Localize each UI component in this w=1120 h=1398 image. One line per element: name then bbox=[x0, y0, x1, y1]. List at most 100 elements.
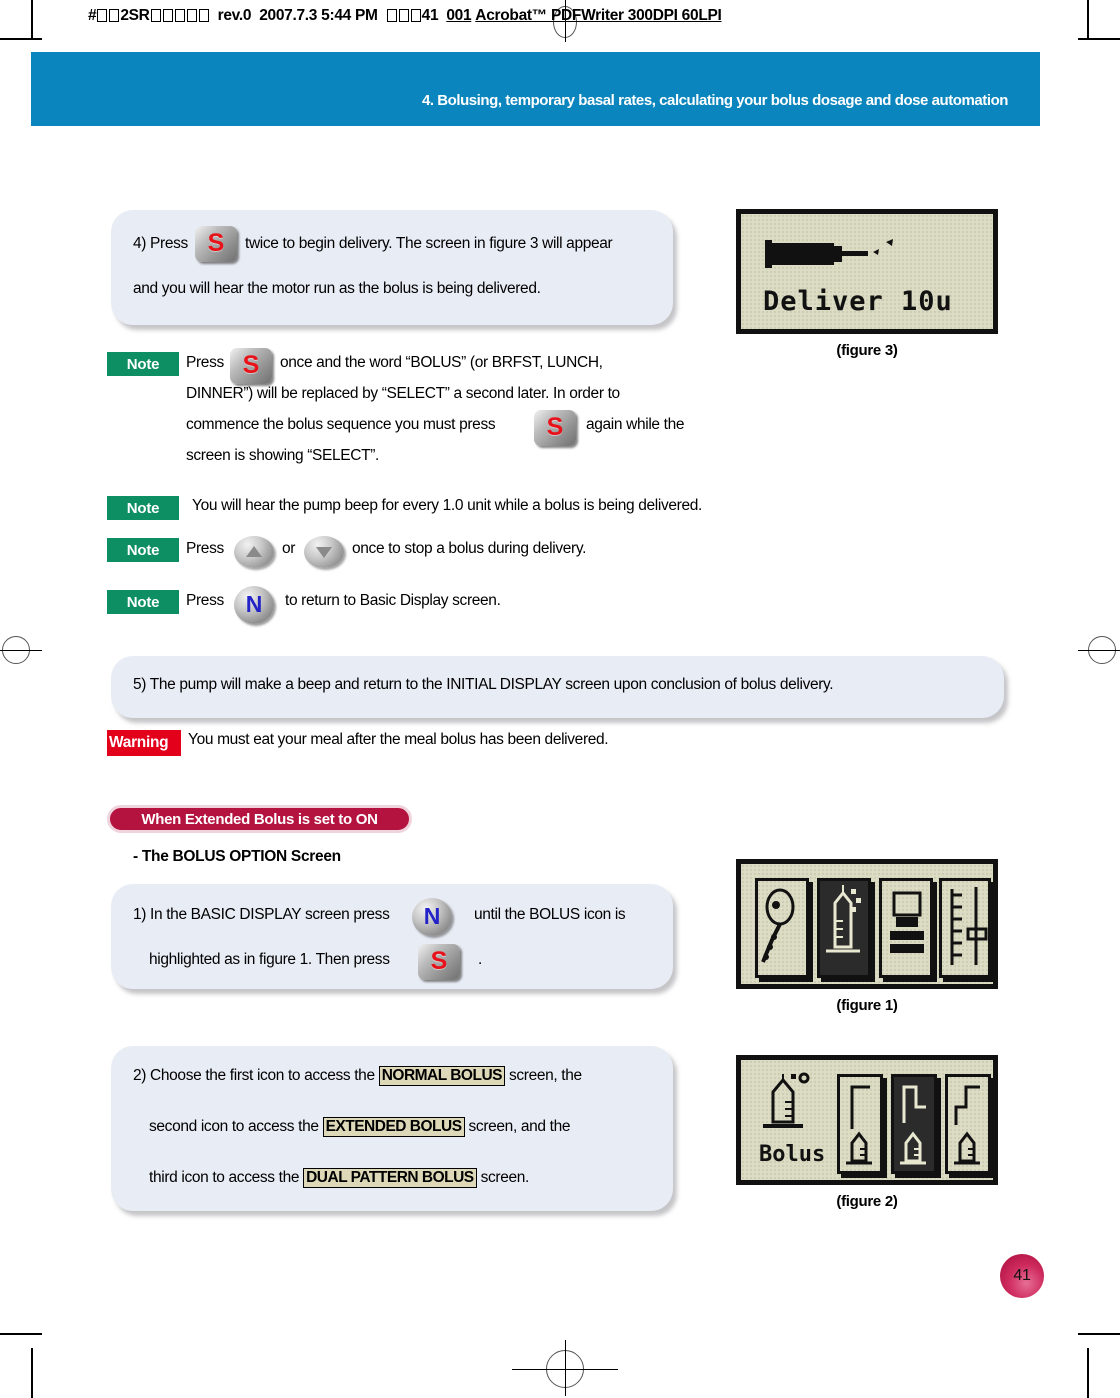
step1-callout: 1) In the BASIC DISPLAY screen press N u… bbox=[111, 884, 673, 989]
missing-glyph-box bbox=[97, 9, 108, 22]
figure1-lcd bbox=[736, 859, 998, 989]
term-extended-bolus: EXTENDED BOLUS bbox=[322, 1117, 465, 1137]
figure2-block: Bolus (figure 2) bbox=[736, 1055, 998, 1227]
note1-line3-part2: again while the bbox=[586, 416, 685, 433]
extended-bolus-icon bbox=[900, 1085, 926, 1165]
step4-callout: 4) Press S twice to begin delivery. The … bbox=[111, 210, 673, 325]
missing-glyph-box bbox=[109, 9, 120, 22]
registration-mark-right bbox=[1078, 630, 1120, 670]
registration-mark-bottom bbox=[512, 1340, 618, 1396]
note-badge-3: Note bbox=[107, 538, 179, 562]
missing-glyph-box bbox=[150, 9, 161, 22]
note1-line4: screen is showing “SELECT”. bbox=[186, 447, 379, 464]
registration-mark-left bbox=[0, 630, 42, 670]
step1-line2-part1: highlighted as in figure 1. Then press bbox=[149, 951, 390, 968]
button-up-arrow[interactable] bbox=[234, 536, 274, 568]
print-info-job: 001 bbox=[446, 7, 472, 24]
button-s[interactable]: S bbox=[195, 226, 237, 262]
trim-mark-top-right-v bbox=[1087, 0, 1089, 40]
section-pill: When Extended Bolus is set to ON bbox=[107, 805, 412, 833]
step1-line1-part2: until the BOLUS icon is bbox=[474, 906, 626, 923]
button-n[interactable]: N bbox=[412, 898, 452, 936]
note1-line3-part1: commence the bolus sequence you must pre… bbox=[186, 416, 496, 433]
missing-glyph-box bbox=[174, 9, 185, 22]
note4-line1-part1: Press bbox=[186, 592, 224, 609]
term-normal-bolus: NORMAL BOLUS bbox=[378, 1066, 505, 1086]
print-info-doc-code: 2SR bbox=[120, 7, 150, 24]
print-info-date: 2007.7.3 bbox=[259, 7, 318, 24]
reservoir-level-icon bbox=[950, 887, 988, 965]
bolus-syringe-icon-box bbox=[817, 878, 871, 978]
step2-line2: second icon to access the EXTENDED BOLUS… bbox=[149, 1117, 570, 1137]
figure3-lcd: Deliver 10u bbox=[736, 209, 998, 334]
trim-mark-top-right-h bbox=[1078, 38, 1120, 40]
bolus-syringe-icon bbox=[763, 1072, 810, 1128]
button-s-label: S bbox=[430, 947, 448, 975]
step2-callout: 2) Choose the first icon to access the N… bbox=[111, 1046, 673, 1211]
trim-mark-top-left-v bbox=[31, 0, 33, 40]
step4-line2: and you will hear the motor run as the b… bbox=[133, 280, 541, 297]
figure2-lcd-text: Bolus bbox=[759, 1142, 826, 1167]
pump-status-icon-box bbox=[879, 878, 933, 978]
chapter-banner: 4. Bolusing, temporary basal rates, calc… bbox=[31, 52, 1040, 126]
trim-mark-bottom-left-h bbox=[0, 1333, 42, 1335]
section-subhead: - The BOLUS OPTION Screen bbox=[133, 848, 341, 865]
missing-glyph-box bbox=[162, 9, 173, 22]
figure2-lcd: Bolus bbox=[736, 1055, 998, 1185]
button-s[interactable]: S bbox=[418, 944, 460, 980]
step1-line1-part1: 1) In the BASIC DISPLAY screen press bbox=[133, 906, 390, 923]
figure1-caption: (figure 1) bbox=[836, 997, 898, 1014]
note3-body: Press or once to stop a bolus during del… bbox=[186, 536, 746, 576]
syringe-delivering-icon bbox=[765, 239, 893, 268]
step1-line2-part2: . bbox=[478, 951, 482, 968]
button-n[interactable]: N bbox=[234, 586, 274, 624]
step5-line1: 5) The pump will make a beep and return … bbox=[133, 676, 834, 693]
button-n-label: N bbox=[245, 591, 263, 617]
print-info-strip: #2SR rev.0 2007.7.3 5:44 PM 41 001 Acrob… bbox=[88, 7, 722, 25]
term-dual-pattern-bolus: DUAL PATTERN BOLUS bbox=[303, 1168, 477, 1188]
note1-line1-part2: once and the word “BOLUS” (or BRFST, LUN… bbox=[280, 354, 603, 371]
trim-mark-bottom-right-v bbox=[1087, 1348, 1089, 1398]
button-s[interactable]: S bbox=[534, 410, 576, 446]
print-info-driver: Acrobat™ PDFWriter 300DPI 60LPI bbox=[475, 7, 722, 24]
step2-line1-part1: 2) Choose the first icon to access the bbox=[133, 1067, 375, 1084]
step4-line1-part2: twice to begin delivery. The screen in f… bbox=[245, 235, 613, 252]
page-number-badge: 41 bbox=[1000, 1254, 1044, 1298]
step2-line3-part1: third icon to access the bbox=[149, 1169, 300, 1186]
trim-mark-bottom-left-v bbox=[31, 1348, 33, 1398]
missing-glyph-box bbox=[410, 9, 421, 22]
reservoir-level-icon-box bbox=[939, 878, 991, 978]
extended-bolus-icon-box bbox=[891, 1074, 937, 1174]
step4-line1-part1: 4) Press bbox=[133, 235, 188, 252]
trim-mark-top-left-h bbox=[0, 38, 42, 40]
figure1-block: (figure 1) bbox=[736, 859, 998, 1031]
bolus-syringe-icon bbox=[826, 885, 861, 953]
note3-line1-part2: or bbox=[282, 540, 296, 557]
step2-line1-part2: screen, the bbox=[508, 1067, 582, 1084]
note1-line2: DINNER”) will be replaced by “SELECT” a … bbox=[186, 385, 620, 402]
button-s-label: S bbox=[242, 351, 260, 379]
missing-glyph-box bbox=[386, 9, 397, 22]
button-s-label: S bbox=[207, 229, 225, 257]
note1-line1-part1: Press bbox=[186, 354, 224, 371]
note3-line1-part3: once to stop a bolus during delivery. bbox=[352, 540, 587, 557]
print-info-page-marker: 41 bbox=[421, 7, 439, 24]
figure3-block: Deliver 10u (figure 3) bbox=[736, 209, 998, 375]
figure2-caption: (figure 2) bbox=[836, 1193, 898, 1210]
missing-glyph-box bbox=[198, 9, 209, 22]
button-down-arrow[interactable] bbox=[304, 536, 344, 568]
note2-line1: You will hear the pump beep for every 1.… bbox=[192, 497, 702, 514]
step2-line1: 2) Choose the first icon to access the N… bbox=[133, 1066, 582, 1086]
note4-body: Press N to return to Basic Display scree… bbox=[186, 586, 746, 628]
normal-bolus-icon bbox=[846, 1085, 872, 1165]
basal-rate-icon bbox=[761, 888, 795, 963]
note4-line1-part2: to return to Basic Display screen. bbox=[285, 592, 501, 609]
step2-line2-part1: second icon to access the bbox=[149, 1118, 319, 1135]
chapter-title: 4. Bolusing, temporary basal rates, calc… bbox=[421, 92, 1009, 109]
dual-pattern-bolus-icon bbox=[954, 1085, 980, 1165]
button-s-label: S bbox=[546, 413, 564, 441]
missing-glyph-box bbox=[398, 9, 409, 22]
dual-pattern-bolus-icon-box bbox=[945, 1074, 991, 1174]
button-s[interactable]: S bbox=[230, 348, 272, 384]
missing-glyph-box bbox=[186, 9, 197, 22]
